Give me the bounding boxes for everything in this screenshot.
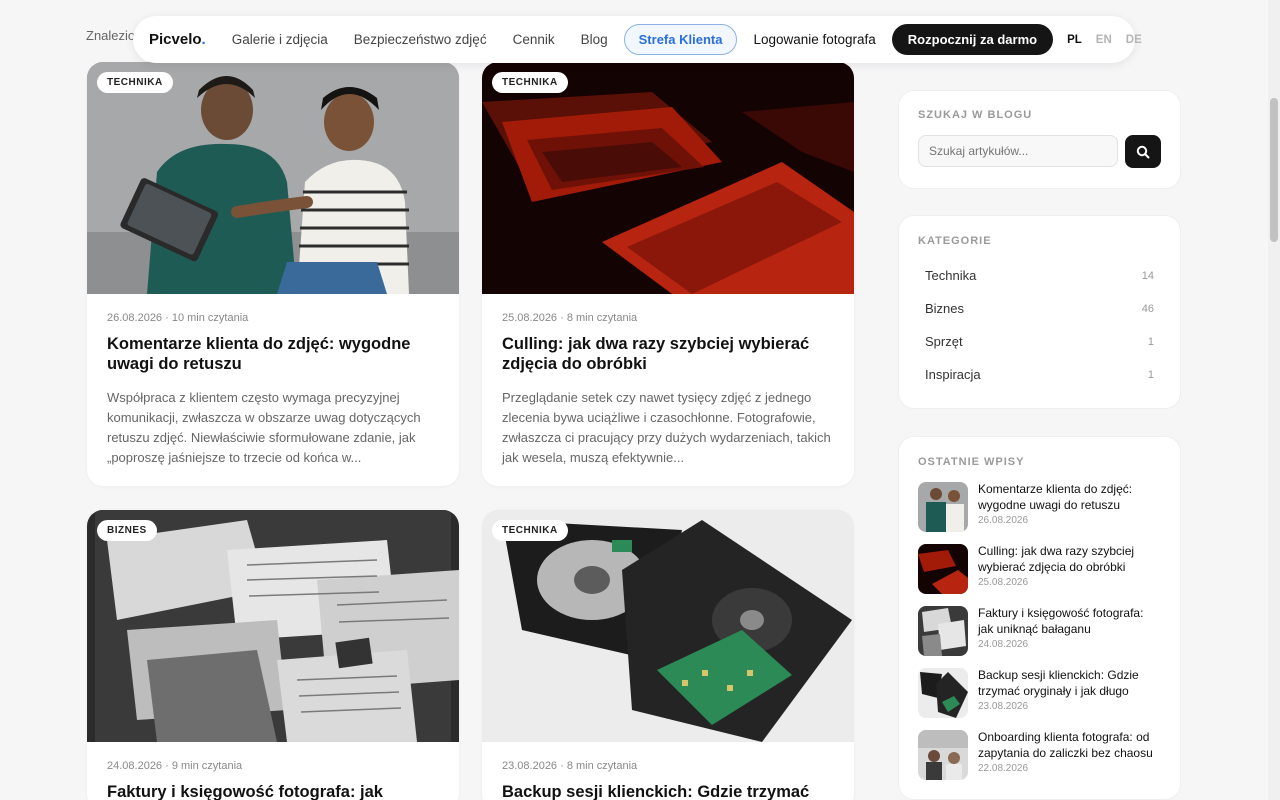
recent-date: 23.08.2026 xyxy=(978,701,1029,712)
lang-pl[interactable]: PL xyxy=(1067,34,1082,46)
post-image: TECHNIKA xyxy=(482,62,854,294)
recent-title: Backup sesji klienckich: Gdzie trzymać o… xyxy=(978,668,1139,698)
post-meta: 23.08.2026 · 8 min czytania xyxy=(502,760,638,772)
nav-link-pricing[interactable]: Cennik xyxy=(513,32,555,47)
categories-widget: KATEGORIE Technika 14 Biznes 46 Sprzęt 1… xyxy=(898,215,1181,409)
post-excerpt: Współpraca z klientem często wymaga prec… xyxy=(107,390,421,465)
post-meta: 25.08.2026 · 8 min czytania xyxy=(502,312,638,324)
category-item-technika[interactable]: Technika 14 xyxy=(918,259,1161,292)
recent-thumbnail xyxy=(918,730,968,780)
lang-en[interactable]: EN xyxy=(1096,34,1112,46)
category-tag[interactable]: TECHNIKA xyxy=(492,72,568,93)
category-count: 14 xyxy=(1141,269,1154,282)
photographer-login-link[interactable]: Logowanie fotografa xyxy=(753,32,875,47)
category-count: 1 xyxy=(1147,368,1154,381)
post-card[interactable]: TECHNIKA 25.08.2026 · 8 min czytania Cul… xyxy=(482,62,854,486)
background-text: Znalezio xyxy=(86,28,136,43)
recent-thumbnail xyxy=(918,482,968,532)
search-widget: SZUKAJ W BLOGU xyxy=(898,90,1181,189)
nav-link-blog[interactable]: Blog xyxy=(581,32,608,47)
category-item-sprzet[interactable]: Sprzęt 1 xyxy=(918,325,1161,358)
recent-title: Komentarze klienta do zdjęć: wygodne uwa… xyxy=(978,482,1133,512)
recent-thumbnail xyxy=(918,668,968,718)
category-name: Sprzęt xyxy=(925,334,963,349)
recent-thumbnail xyxy=(918,544,968,594)
search-heading: SZUKAJ W BLOGU xyxy=(918,109,1033,121)
post-meta: 26.08.2026 · 10 min czytania xyxy=(107,312,249,324)
category-count: 46 xyxy=(1141,302,1154,315)
nav-link-security[interactable]: Bezpieczeństwo zdjęć xyxy=(354,32,487,47)
recent-post[interactable]: Faktury i księgowość fotografa: jak unik… xyxy=(918,606,1161,656)
logo[interactable]: Picvelo. xyxy=(149,31,206,48)
darkroom-trays-image xyxy=(482,62,854,294)
hard-drives-image xyxy=(482,510,854,742)
category-name: Technika xyxy=(925,268,977,283)
category-tag[interactable]: TECHNIKA xyxy=(97,72,173,93)
category-count: 1 xyxy=(1147,335,1154,348)
category-name: Biznes xyxy=(925,301,965,316)
category-tag[interactable]: BIZNES xyxy=(97,520,157,541)
category-name: Inspiracja xyxy=(925,367,981,382)
category-item-inspiracja[interactable]: Inspiracja 1 xyxy=(918,358,1161,391)
recent-thumbnail xyxy=(918,606,968,656)
post-image: TECHNIKA xyxy=(87,62,459,294)
recent-heading: OSTATNIE WPISY xyxy=(918,456,1025,468)
recent-date: 22.08.2026 xyxy=(978,763,1029,774)
scrollbar-thumb[interactable] xyxy=(1270,98,1278,242)
nav-link-galleries[interactable]: Galerie i zdjęcia xyxy=(232,32,328,47)
recent-posts-widget: OSTATNIE WPISY Komentarze klienta do zdj… xyxy=(898,436,1181,800)
search-icon xyxy=(1136,145,1150,158)
post-card[interactable]: TECHNIKA 23.08.2026 · 8 min czytania Bac… xyxy=(482,510,854,800)
recent-title: Onboarding klienta fotografa: od zapytan… xyxy=(978,730,1153,760)
top-navigation: Picvelo. Galerie i zdjęcia Bezpieczeństw… xyxy=(133,16,1142,63)
recent-date: 24.08.2026 xyxy=(978,639,1029,650)
recent-post[interactable]: Culling: jak dwa razy szybciej wybierać … xyxy=(918,544,1161,594)
recent-title: Culling: jak dwa razy szybciej wybierać … xyxy=(978,544,1135,574)
client-zone-button[interactable]: Strefa Klienta xyxy=(623,24,738,55)
category-tag[interactable]: TECHNIKA xyxy=(492,520,568,541)
post-image: TECHNIKA xyxy=(482,510,854,742)
post-title[interactable]: Backup sesji klienckich: Gdzie trzymać xyxy=(502,782,834,800)
lang-de[interactable]: DE xyxy=(1126,34,1142,46)
search-input[interactable] xyxy=(918,135,1119,167)
start-free-button[interactable]: Rozpocznij za darmo xyxy=(891,24,1054,55)
people-tablet-image xyxy=(87,62,459,294)
recent-post[interactable]: Backup sesji klienckich: Gdzie trzymać o… xyxy=(918,668,1161,718)
logo-text: Picvelo xyxy=(149,31,202,48)
recent-title: Faktury i księgowość fotografa: jak unik… xyxy=(978,606,1144,636)
post-title[interactable]: Komentarze klienta do zdjęć: wygodne uwa… xyxy=(107,334,439,374)
post-meta: 24.08.2026 · 9 min czytania xyxy=(107,760,243,772)
page-scrollbar[interactable] xyxy=(1268,0,1280,800)
logo-dot: . xyxy=(201,31,206,48)
documents-image xyxy=(87,510,459,742)
post-card[interactable]: TECHNIKA 26.08.2026 · 10 min czytania Ko… xyxy=(87,62,459,486)
recent-date: 25.08.2026 xyxy=(978,577,1029,588)
recent-post[interactable]: Komentarze klienta do zdjęć: wygodne uwa… xyxy=(918,482,1161,532)
recent-post[interactable]: Onboarding klienta fotografa: od zapytan… xyxy=(918,730,1161,780)
post-title[interactable]: Culling: jak dwa razy szybciej wybierać … xyxy=(502,334,834,374)
post-title[interactable]: Faktury i księgowość fotografa: jak xyxy=(107,782,439,800)
category-item-biznes[interactable]: Biznes 46 xyxy=(918,292,1161,325)
categories-heading: KATEGORIE xyxy=(918,235,992,247)
recent-date: 26.08.2026 xyxy=(978,515,1029,526)
post-card[interactable]: BIZNES 24.08.2026 · 9 min czytania Faktu… xyxy=(87,510,459,800)
post-excerpt: Przeglądanie setek czy nawet tysięcy zdj… xyxy=(502,390,831,465)
post-image: BIZNES xyxy=(87,510,459,742)
search-button[interactable] xyxy=(1125,135,1161,168)
